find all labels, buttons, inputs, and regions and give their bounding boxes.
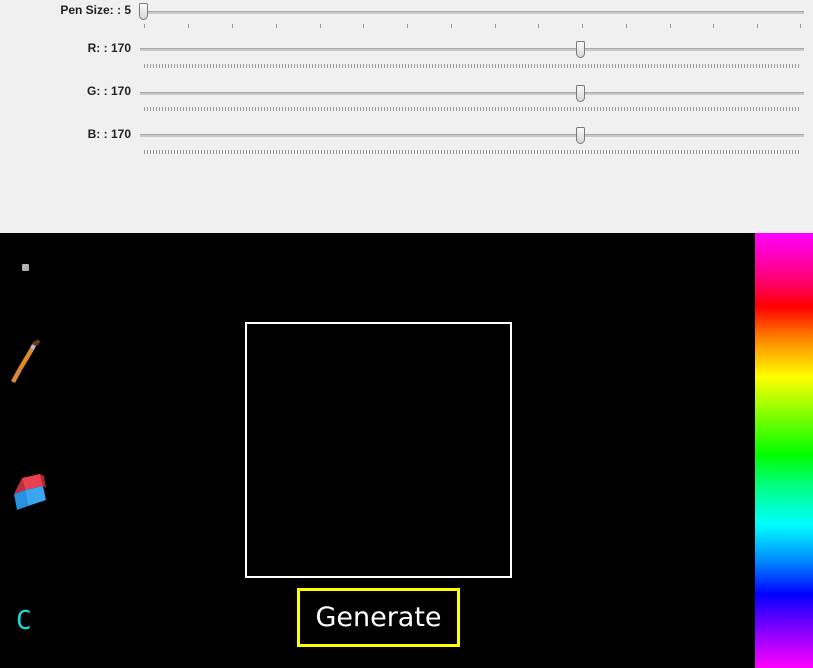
red-slider-row: R: : 170 xyxy=(0,40,813,80)
blue-ticks xyxy=(144,150,800,154)
green-label: G: : 170 xyxy=(86,84,131,98)
green-slider-row: G: : 170 xyxy=(0,83,813,123)
pen-size-ticks xyxy=(0,24,813,29)
controls-panel: Pen Size: : 5 R: : 170 G: : 170 B: : 170 xyxy=(0,0,813,233)
color-palette-strip[interactable] xyxy=(755,233,813,668)
pen-size-thumb[interactable] xyxy=(139,3,148,20)
red-track[interactable] xyxy=(140,48,804,51)
red-label: R: : 170 xyxy=(87,41,131,55)
blue-label: B: : 170 xyxy=(87,127,131,141)
blue-slider-row: B: : 170 xyxy=(0,126,813,166)
pen-size-track[interactable] xyxy=(140,11,804,14)
red-thumb[interactable] xyxy=(576,41,585,58)
clear-icon[interactable]: C xyxy=(16,608,32,634)
blue-track[interactable] xyxy=(140,134,804,137)
green-ticks xyxy=(144,107,800,111)
paintbrush-icon[interactable] xyxy=(6,338,46,386)
green-track[interactable] xyxy=(140,92,804,95)
green-thumb[interactable] xyxy=(576,85,585,102)
pen-size-preview-icon[interactable] xyxy=(22,264,29,271)
eraser-icon[interactable] xyxy=(8,472,48,516)
generate-button[interactable]: Generate xyxy=(297,588,460,647)
pen-size-slider-row: Pen Size: : 5 xyxy=(0,0,813,40)
red-ticks xyxy=(144,64,800,68)
drawing-box[interactable] xyxy=(245,322,512,578)
blue-thumb[interactable] xyxy=(576,127,585,144)
pen-size-label: Pen Size: : 5 xyxy=(60,3,131,17)
